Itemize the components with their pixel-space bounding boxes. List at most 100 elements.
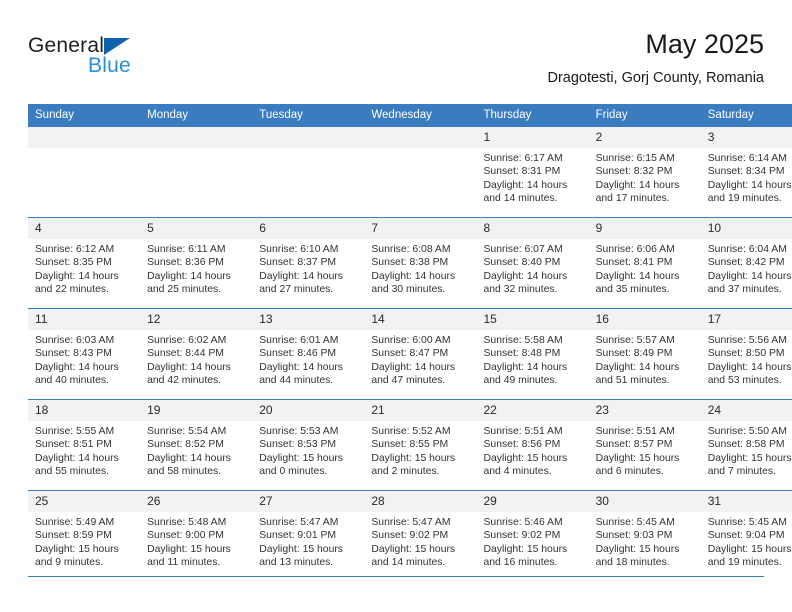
calendar-week-row: 11 Sunrise: 6:03 AM Sunset: 8:43 PM Dayligh… [28,308,792,400]
day-details: Sunrise: 5:51 AM Sunset: 8:57 PM Daylight:… [589,421,701,479]
calendar-grid: Sunday Monday Tuesday Wednesday Thursday Frid… [28,104,792,581]
daylight-text-line1: Daylight: 14 hours [707,270,792,282]
calendar-day-cell[interactable]: 9 Sunrise: 6:06 AM Sunset: 8:41 PM Daylight… [588,217,701,309]
calendar-day-cell[interactable]: 14 Sunrise: 6:00 AM Sunset: 8:47 PM Dayligh… [364,308,477,400]
calendar-day-cell[interactable]: 27 Sunrise: 5:47 AM Sunset: 9:01 PM Dayligh… [252,490,365,581]
calendar-day-cell[interactable]: 15 Sunrise: 5:58 AM Sunset: 8:48 PM Dayligh… [476,308,589,400]
blue-triangle-icon [104,38,130,55]
calendar-day-cell[interactable]: 31 Sunrise: 5:45 AM Sunset: 9:04 PM Dayligh… [700,490,792,581]
day-cell-inner [28,127,141,217]
daylight-text-line2: and 51 minutes. [595,375,670,387]
calendar-day-cell[interactable]: 25 Sunrise: 5:49 AM Sunset: 8:59 PM Dayligh… [28,490,141,581]
calendar-day-cell[interactable]: 3 Sunrise: 6:14 AM Sunset: 8:34 PM Daylight… [700,127,792,218]
day-cell-inner: 5 Sunrise: 6:11 AM Sunset: 8:36 PM Daylight… [140,218,253,308]
calendar-day-cell[interactable]: 4 Sunrise: 6:12 AM Sunset: 8:35 PM Daylight… [28,217,141,309]
sunrise-text: Sunrise: 6:06 AM [595,244,675,255]
sunset-text: Sunset: 9:04 PM [707,530,785,542]
calendar-day-cell[interactable]: 29 Sunrise: 5:46 AM Sunset: 9:02 PM Dayligh… [476,490,589,581]
day-details: Sunrise: 6:12 AM Sunset: 8:35 PM Daylight:… [28,239,140,297]
sunset-text: Sunset: 8:35 PM [35,257,112,269]
page-subtitle: Dragotesti, Gorj County, Romania [547,70,764,86]
calendar-day-cell[interactable]: 5 Sunrise: 6:11 AM Sunset: 8:36 PM Daylight… [140,217,253,309]
daylight-text-line2: and 7 minutes. [707,466,776,478]
day-number: 23 [588,400,701,421]
sunrise-text: Sunrise: 5:46 AM [483,517,563,528]
day-cell-inner: 14 Sunrise: 6:00 AM Sunset: 8:47 PM Dayligh… [364,309,477,399]
daylight-text-line2: and 55 minutes. [35,466,109,478]
sunrise-text: Sunrise: 6:01 AM [259,335,339,346]
calendar-day-cell[interactable]: 1 Sunrise: 6:17 AM Sunset: 8:31 PM Daylight… [476,127,589,218]
weekday-header-sunday: Sunday [28,104,141,127]
calendar-day-cell[interactable]: 23 Sunrise: 5:51 AM Sunset: 8:57 PM Dayligh… [588,399,701,491]
daylight-text-line1: Daylight: 14 hours [147,452,231,464]
calendar-day-cell[interactable]: 30 Sunrise: 5:45 AM Sunset: 9:03 PM Dayligh… [588,490,701,581]
day-cell-inner: 31 Sunrise: 5:45 AM Sunset: 9:04 PM Dayligh… [700,491,792,581]
sunrise-text: Sunrise: 5:51 AM [595,426,675,437]
daylight-text-line2: and 25 minutes. [147,284,222,296]
page-title: May 2025 [645,29,764,59]
sunrise-text: Sunrise: 5:58 AM [483,335,563,346]
weekday-header-wednesday: Wednesday [364,104,477,127]
calendar-week-row: 1 Sunrise: 6:17 AM Sunset: 8:31 PM Daylight… [28,127,792,218]
calendar-day-cell[interactable]: 18 Sunrise: 5:55 AM Sunset: 8:51 PM Dayligh… [28,399,141,491]
calendar-day-cell[interactable]: 24 Sunrise: 5:50 AM Sunset: 8:58 PM Dayligh… [700,399,792,491]
sunset-text: Sunset: 9:03 PM [595,530,673,542]
sunset-text: Sunset: 8:51 PM [35,439,112,451]
calendar-day-cell[interactable]: 21 Sunrise: 5:52 AM Sunset: 8:55 PM Dayligh… [364,399,477,491]
day-number: 1 [476,127,589,148]
sunrise-text: Sunrise: 5:51 AM [483,426,563,437]
calendar-day-cell[interactable]: 12 Sunrise: 6:02 AM Sunset: 8:44 PM Dayligh… [140,308,253,400]
sunset-text: Sunset: 9:02 PM [371,530,449,542]
calendar-empty-cell [364,127,477,218]
calendar-day-cell[interactable]: 16 Sunrise: 5:57 AM Sunset: 8:49 PM Dayligh… [588,308,701,400]
day-details: Sunrise: 6:14 AM Sunset: 8:34 PM Daylight:… [701,148,792,206]
day-cell-inner: 11 Sunrise: 6:03 AM Sunset: 8:43 PM Dayligh… [28,309,141,399]
day-number: 3 [700,127,792,148]
daylight-text-line2: and 27 minutes. [259,284,334,296]
sunrise-text: Sunrise: 6:04 AM [707,244,787,255]
daylight-text-line1: Daylight: 14 hours [483,270,568,282]
calendar-day-cell[interactable]: 11 Sunrise: 6:03 AM Sunset: 8:43 PM Dayligh… [28,308,141,400]
daylight-text-line1: Daylight: 14 hours [35,270,119,282]
calendar-day-cell[interactable]: 10 Sunrise: 6:04 AM Sunset: 8:42 PM Dayligh… [700,217,792,309]
sunset-text: Sunset: 9:02 PM [483,530,561,542]
calendar-day-cell[interactable]: 6 Sunrise: 6:10 AM Sunset: 8:37 PM Daylight… [252,217,365,309]
day-number: 14 [364,309,477,330]
sunset-text: Sunset: 8:59 PM [35,530,112,542]
day-number: 27 [252,491,365,512]
calendar-day-cell[interactable]: 7 Sunrise: 6:08 AM Sunset: 8:38 PM Daylight… [364,217,477,309]
sunset-text: Sunset: 8:47 PM [371,348,449,360]
daylight-text-line1: Daylight: 14 hours [707,179,792,191]
sunrise-text: Sunrise: 5:47 AM [259,517,339,528]
daylight-text-line2: and 18 minutes. [595,557,670,569]
weekday-header-monday: Monday [140,104,253,127]
sunrise-text: Sunrise: 5:48 AM [147,517,227,528]
day-cell-inner: 9 Sunrise: 6:06 AM Sunset: 8:41 PM Daylight… [588,218,701,308]
calendar-day-cell[interactable]: 13 Sunrise: 6:01 AM Sunset: 8:46 PM Dayligh… [252,308,365,400]
day-number: 20 [252,400,365,421]
day-number: 5 [140,218,253,239]
sunrise-text: Sunrise: 5:45 AM [707,517,787,528]
daylight-text-line1: Daylight: 14 hours [595,270,680,282]
day-number [28,127,141,148]
calendar-day-cell[interactable]: 28 Sunrise: 5:47 AM Sunset: 9:02 PM Dayligh… [364,490,477,581]
calendar-day-cell[interactable]: 26 Sunrise: 5:48 AM Sunset: 9:00 PM Dayligh… [140,490,253,581]
day-number: 12 [140,309,253,330]
calendar-day-cell[interactable]: 22 Sunrise: 5:51 AM Sunset: 8:56 PM Dayligh… [476,399,589,491]
sunset-text: Sunset: 8:36 PM [147,257,224,269]
day-cell-inner: 25 Sunrise: 5:49 AM Sunset: 8:59 PM Dayligh… [28,491,141,581]
day-cell-inner: 30 Sunrise: 5:45 AM Sunset: 9:03 PM Dayligh… [588,491,701,581]
calendar-page: General Blue May 2025 Dragotesti, Gorj C… [0,0,792,612]
calendar-day-cell[interactable]: 17 Sunrise: 5:56 AM Sunset: 8:50 PM Dayligh… [700,308,792,400]
daylight-text-line2: and 11 minutes. [147,557,221,569]
sunrise-text: Sunrise: 6:17 AM [483,153,563,164]
sunrise-text: Sunrise: 5:52 AM [371,426,451,437]
brand-logo[interactable]: General Blue [28,34,228,82]
calendar-week-row: 4 Sunrise: 6:12 AM Sunset: 8:35 PM Daylight… [28,217,792,309]
sunset-text: Sunset: 8:56 PM [483,439,561,451]
calendar-day-cell[interactable]: 8 Sunrise: 6:07 AM Sunset: 8:40 PM Daylight… [476,217,589,309]
calendar-day-cell[interactable]: 20 Sunrise: 5:53 AM Sunset: 8:53 PM Dayligh… [252,399,365,491]
sunset-text: Sunset: 8:34 PM [707,166,785,178]
calendar-day-cell[interactable]: 2 Sunrise: 6:15 AM Sunset: 8:32 PM Daylight… [588,127,701,218]
calendar-day-cell[interactable]: 19 Sunrise: 5:54 AM Sunset: 8:52 PM Dayligh… [140,399,253,491]
